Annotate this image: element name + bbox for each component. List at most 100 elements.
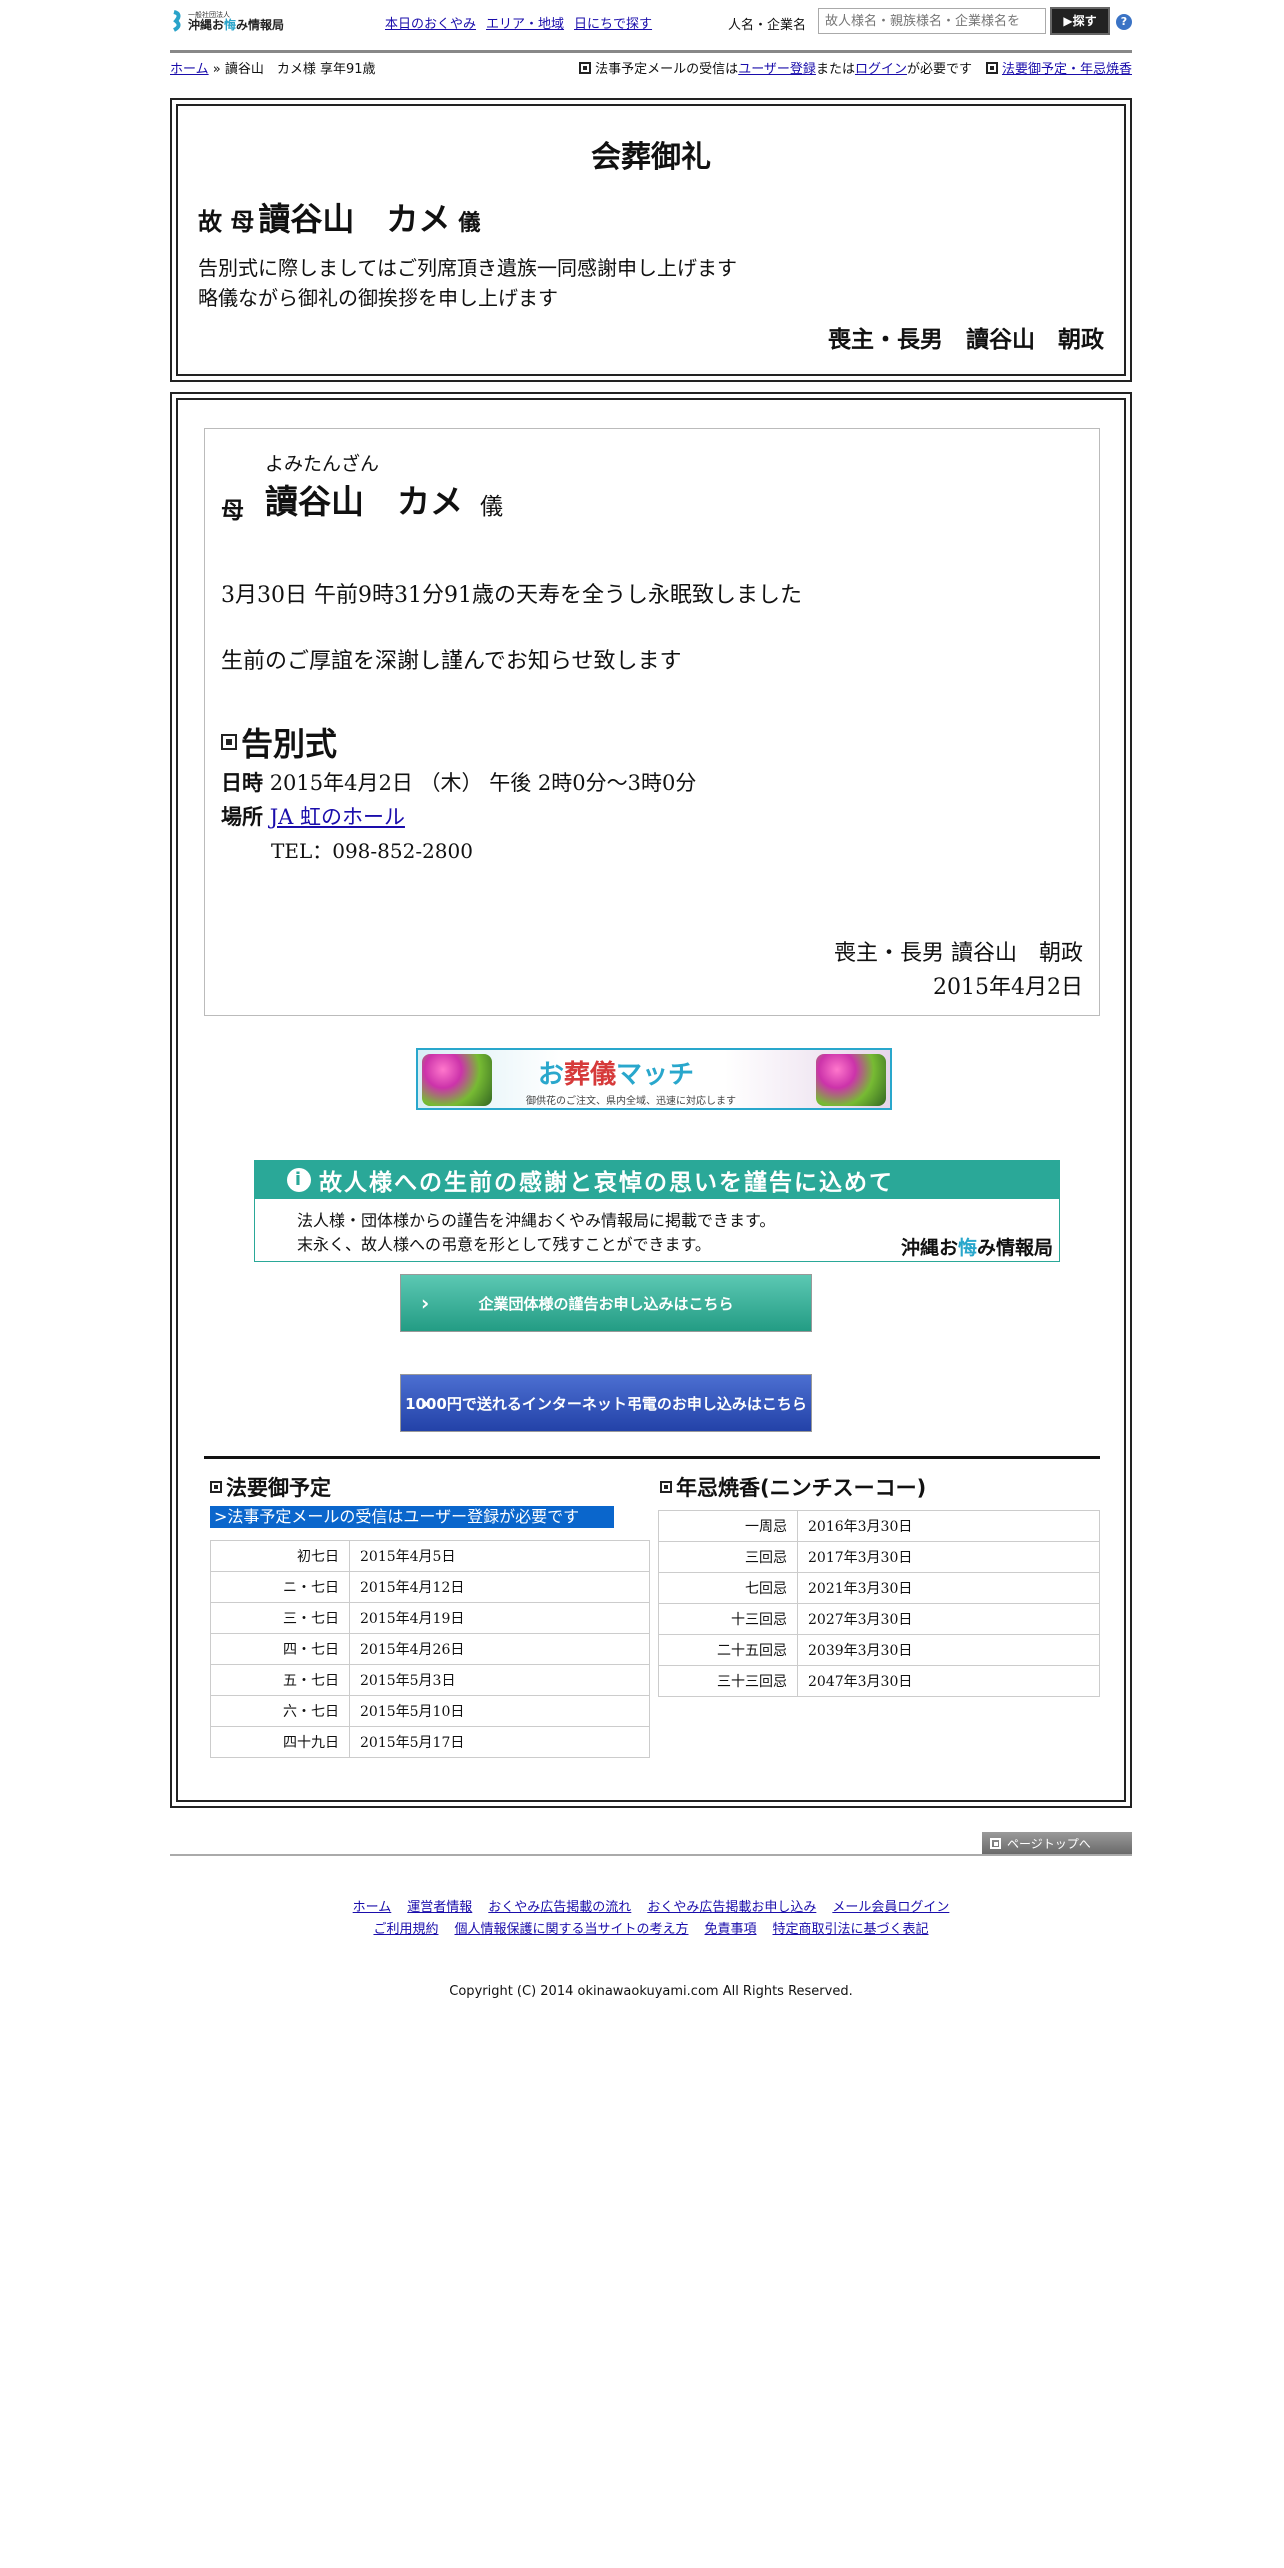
- osogi-match-banner[interactable]: お葬儀マッチ 御供花のご注文、県内全域、迅速に対応します: [416, 1048, 892, 1110]
- breadcrumb-current: 讀谷山 カメ様 享年91歳: [224, 62, 376, 77]
- footer-link[interactable]: おくやみ広告掲載の流れ: [488, 1900, 631, 1915]
- square-bullet-icon: [990, 1837, 1001, 1849]
- flower-image: [816, 1054, 886, 1106]
- table-row: 三回忌 2017年3月30日: [658, 1541, 1100, 1573]
- logo-mark-icon: [173, 10, 181, 32]
- funeral-date: 日時 2015年4月2日 （木） 午後 2時0分～3時0分: [221, 771, 697, 795]
- name-reading: よみたんざん: [265, 453, 380, 475]
- notice-signature: 喪主・長男 讀谷山 朝政: [834, 941, 1083, 966]
- copyright: Copyright (C) 2014 okinawaokuyami.com Al…: [449, 1984, 853, 1999]
- square-bullet-icon: [660, 1481, 672, 1493]
- table-cell-date: 2015年5月10日: [349, 1695, 650, 1727]
- footer-link[interactable]: 個人情報保護に関する当サイトの考え方: [454, 1922, 688, 1937]
- table-cell-label: 三・七日: [210, 1602, 350, 1634]
- flower-image: [422, 1054, 492, 1106]
- table-cell-date: 2015年4月5日: [349, 1540, 650, 1572]
- table-row: 三・七日 2015年4月19日: [210, 1602, 650, 1634]
- thanks-title: 会葬御礼: [591, 140, 711, 175]
- footer-link[interactable]: ホーム: [353, 1900, 392, 1915]
- table-cell-label: 四十九日: [210, 1726, 350, 1758]
- houyou-heading: 法要御予定: [210, 1472, 331, 1502]
- footer-link[interactable]: 特定商取引法に基づく表記: [773, 1922, 929, 1937]
- header-divider: [170, 50, 1132, 53]
- table-row: ニ・七日 2015年4月12日: [210, 1571, 650, 1603]
- condolence-line-1: 法人様・団体様からの謹告を沖縄おくやみ情報局に掲載できます。: [297, 1211, 776, 1230]
- table-cell-date: 2015年5月17日: [349, 1726, 650, 1758]
- table-row: 二十五回忌 2039年3月30日: [658, 1634, 1100, 1666]
- register-link[interactable]: ユーザー登録: [738, 62, 816, 77]
- nenki-heading: 年忌焼香(ニンチスーコー): [660, 1472, 926, 1502]
- help-icon[interactable]: ?: [1116, 14, 1132, 30]
- nav-today[interactable]: 本日のおくやみ: [385, 13, 476, 32]
- houyou-registration-note[interactable]: >法事予定メールの受信はユーザー登録が必要です: [210, 1506, 614, 1528]
- footer-divider: [170, 1854, 1132, 1856]
- footer-link[interactable]: 運営者情報: [407, 1900, 472, 1915]
- search-label: 人名・企業名: [728, 18, 807, 33]
- page-top-button[interactable]: ページトップへ: [982, 1832, 1132, 1854]
- funeral-heading: 告別式: [221, 719, 337, 765]
- table-cell-label: 四・七日: [210, 1633, 350, 1665]
- notice-line-1: 3月30日 午前9時31分91歳の天寿を全うし永眠致しました: [221, 583, 802, 608]
- breadcrumb-home[interactable]: ホーム: [170, 62, 209, 77]
- info-icon: i: [287, 1168, 311, 1192]
- footer-links-row-2: ご利用規約 個人情報保護に関する当サイトの考え方 免責事項 特定商取引法に基づく表記: [170, 1918, 1132, 1937]
- table-cell-date: 2047年3月30日: [797, 1665, 1100, 1697]
- notice-box: よみたんざん 母 讀谷山 カメ 儀 3月30日 午前9時31分91歳の天寿を全う…: [170, 392, 1132, 1808]
- login-link[interactable]: ログイン: [855, 62, 907, 77]
- table-cell-label: 五・七日: [210, 1664, 350, 1696]
- footer-link[interactable]: おくやみ広告掲載お申し込み: [647, 1900, 816, 1915]
- footer-link[interactable]: ご利用規約: [373, 1922, 438, 1937]
- thanks-box: 会葬御礼 故 母讀谷山 カメ儀 告別式に際しましてはご列席頂き遺族一同感謝申し上…: [170, 98, 1132, 382]
- table-cell-label: 初七日: [210, 1540, 350, 1572]
- table-cell-date: 2039年3月30日: [797, 1634, 1100, 1666]
- table-cell-label: 七回忌: [658, 1572, 798, 1604]
- table-row: 三十三回忌 2047年3月30日: [658, 1665, 1100, 1697]
- chevron-right-icon: ›: [421, 1391, 430, 1415]
- condolence-brand: 沖縄お悔み情報局: [900, 1237, 1053, 1259]
- table-cell-label: 三回忌: [658, 1541, 798, 1573]
- table-cell-date: 2021年3月30日: [797, 1572, 1100, 1604]
- square-bullet-icon: [221, 734, 237, 750]
- chevron-right-icon: ›: [421, 1291, 430, 1315]
- section-divider: [204, 1456, 1100, 1459]
- search-input[interactable]: [818, 8, 1046, 34]
- square-bullet-icon: [579, 61, 592, 74]
- table-cell-label: 六・七日: [210, 1695, 350, 1727]
- table-cell-label: 一周忌: [658, 1510, 798, 1542]
- table-row: 四・七日 2015年4月26日: [210, 1633, 650, 1665]
- name-suffix: 儀: [480, 494, 503, 520]
- footer-link[interactable]: メール会員ログイン: [832, 1900, 949, 1915]
- telegram-button[interactable]: › 1000円で送れるインターネット弔電のお申し込みはこちら: [400, 1374, 812, 1432]
- notice-line-2: 生前のご厚誼を深謝し謹んでお知らせ致します: [221, 649, 682, 674]
- houyou-link[interactable]: 法要御予定・年忌焼香: [1002, 58, 1132, 77]
- table-row: 一周忌 2016年3月30日: [658, 1510, 1100, 1542]
- table-cell-date: 2015年4月19日: [349, 1602, 650, 1634]
- table-cell-date: 2027年3月30日: [797, 1603, 1100, 1635]
- nenki-table: 一周忌 2016年3月30日 三回忌 2017年3月30日 七回忌 2021年3月30日十…: [658, 1510, 1100, 1697]
- footer-links-row-1: ホーム 運営者情報 おくやみ広告掲載の流れ おくやみ広告掲載お申し込み メール会員ログイ…: [170, 1896, 1132, 1915]
- table-cell-label: 二十五回忌: [658, 1634, 798, 1666]
- osogi-subtitle: 御供花のご注文、県内全域、迅速に対応します: [526, 1096, 736, 1107]
- table-row: 初七日 2015年4月5日: [210, 1540, 650, 1572]
- table-row: 六・七日 2015年5月10日: [210, 1695, 650, 1727]
- search-button[interactable]: ▶探す: [1050, 7, 1110, 35]
- houyou-table: 初七日 2015年4月5日 ニ・七日 2015年4月12日 三・七日 2015年4月19日…: [210, 1540, 650, 1758]
- nav-date[interactable]: 日にちで探す: [574, 13, 652, 32]
- breadcrumb: ホーム » 讀谷山 カメ様 享年91歳 法事予定メールの受信はユーザー登録または…: [170, 58, 1132, 80]
- death-notice: よみたんざん 母 讀谷山 カメ 儀 3月30日 午前9時31分91歳の天寿を全う…: [204, 428, 1100, 1016]
- site-logo[interactable]: 一般社団法人 沖縄お悔み情報局: [170, 10, 284, 32]
- nav-area[interactable]: エリア・地域: [486, 13, 564, 32]
- square-bullet-icon: [210, 1481, 222, 1493]
- square-bullet-icon: [985, 61, 998, 74]
- notice-date: 2015年4月2日: [933, 975, 1083, 1000]
- condolence-info-banner: i 故人様への生前の感謝と哀悼の思いを謹告に込めて 法人様・団体様からの謹告を沖縄…: [254, 1160, 1060, 1262]
- breadcrumb-sep: »: [212, 62, 221, 77]
- corporate-notice-button[interactable]: › 企業団体様の謹告お申し込みはこちら: [400, 1274, 812, 1332]
- venue-link[interactable]: JA 虹のホール: [270, 805, 405, 829]
- logo-title: 沖縄お悔み情報局: [188, 17, 285, 32]
- deceased-name: 讀谷山 カメ: [265, 482, 463, 521]
- mail-note: 法事予定メールの受信はユーザー登録またはログインが必要です: [595, 62, 972, 77]
- site-header: 一般社団法人 沖縄お悔み情報局 本日のおくやみ エリア・地域 日にちで探す 人名…: [170, 0, 1132, 50]
- table-row: 四十九日 2015年5月17日: [210, 1726, 650, 1758]
- footer-link[interactable]: 免責事項: [705, 1922, 757, 1937]
